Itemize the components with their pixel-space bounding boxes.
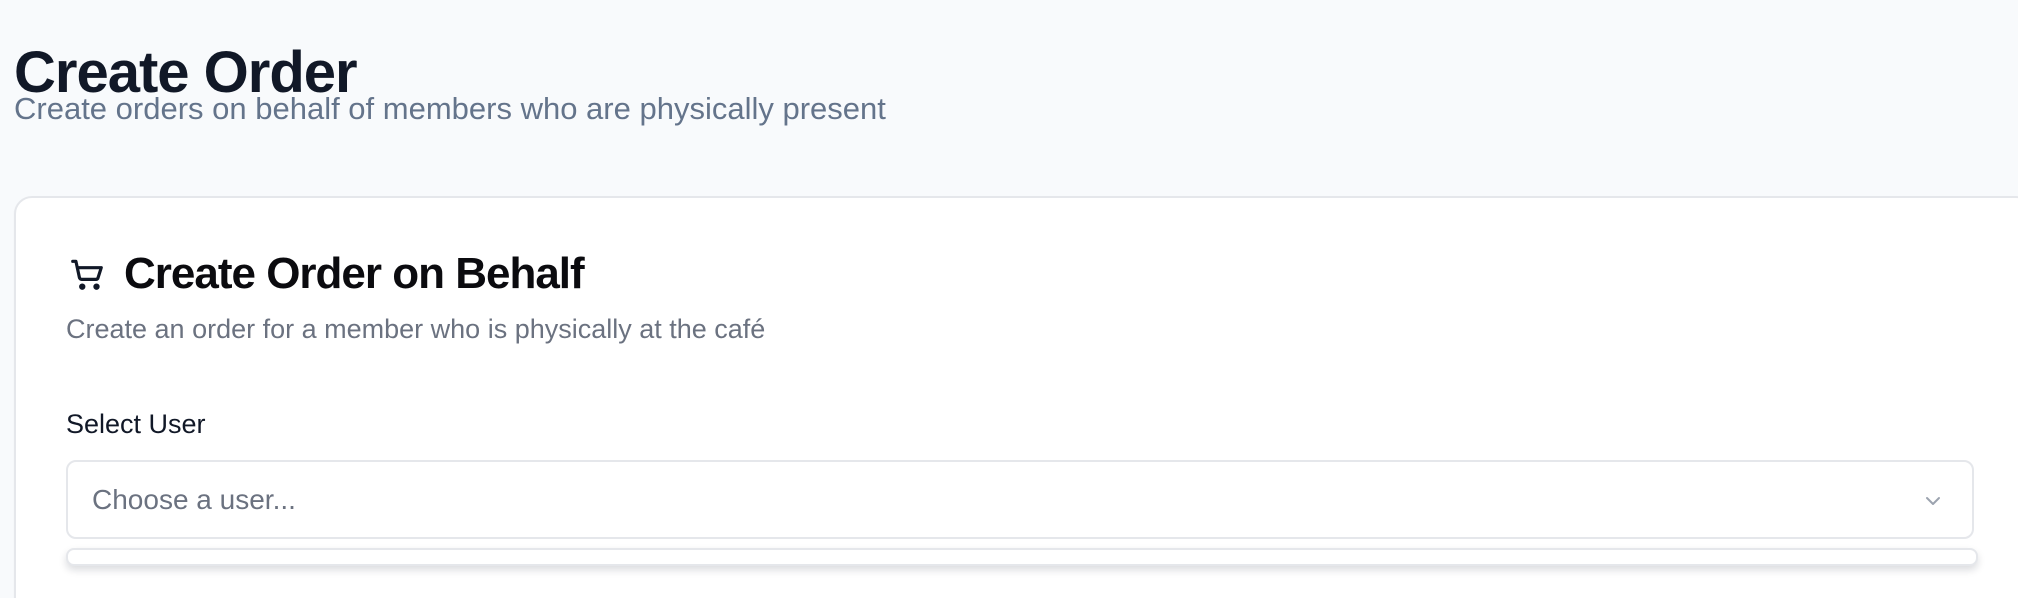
page-subtitle: Create orders on behalf of members who a… — [14, 91, 886, 126]
user-dropdown-panel[interactable] — [66, 548, 1978, 566]
select-user-label: Select User — [66, 409, 206, 439]
card-subtitle: Create an order for a member who is phys… — [66, 314, 766, 344]
user-select-placeholder: Choose a user... — [92, 484, 296, 515]
create-order-page: Create Order Create orders on behalf of … — [0, 0, 2018, 598]
chevron-down-icon[interactable] — [1918, 486, 1948, 516]
user-select[interactable]: Choose a user... — [66, 460, 1974, 539]
shopping-cart-icon — [66, 253, 108, 295]
create-order-card: Create Order on Behalf Create an order f… — [14, 196, 2018, 598]
card-header: Create Order on Behalf — [66, 246, 585, 302]
card-title: Create Order on Behalf — [124, 249, 585, 298]
